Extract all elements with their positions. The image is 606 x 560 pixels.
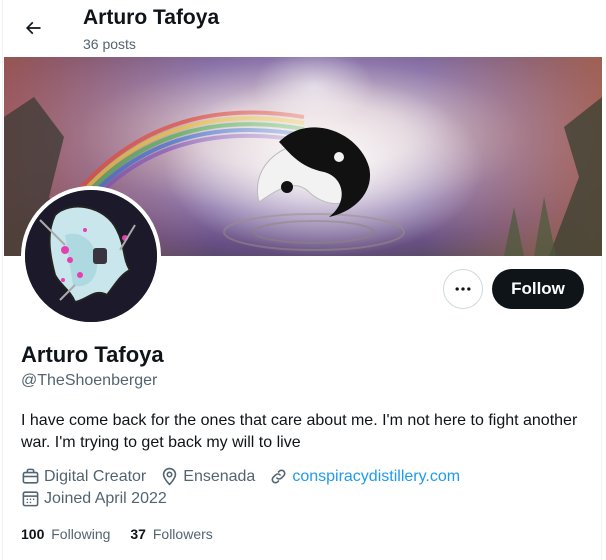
arrow-left-icon: [25, 21, 41, 35]
profile-meta-row: Digital Creator Ensenada conspiracydisti…: [21, 467, 474, 486]
more-dots-icon: [455, 287, 471, 291]
joined-label: Joined April 2022: [44, 489, 167, 507]
avatar-image: [25, 190, 157, 322]
calendar-icon: [22, 491, 39, 507]
follow-stats: 100 Following 37 Followers: [21, 526, 233, 542]
avatar[interactable]: [21, 186, 161, 326]
joined-item: Joined April 2022: [21, 489, 167, 508]
following-count: 100: [21, 526, 45, 542]
display-name: Arturo Tafoya: [21, 342, 164, 367]
category-label: Digital Creator: [44, 467, 147, 485]
profile-header: Arturo Tafoya 36 posts: [3, 0, 603, 57]
following-link[interactable]: 100 Following: [21, 526, 110, 542]
link-icon: [271, 469, 286, 484]
profile-page: Arturo Tafoya 36 posts Follow Arturo Taf…: [2, 0, 603, 560]
briefcase-icon: [22, 468, 39, 484]
more-options-button[interactable]: [443, 269, 483, 309]
location-pin-icon: [163, 467, 177, 486]
website-item[interactable]: conspiracydistillery.com: [269, 467, 460, 486]
follow-button[interactable]: Follow: [492, 269, 584, 309]
following-label: Following: [51, 526, 111, 542]
back-button[interactable]: [15, 10, 51, 46]
followers-count: 37: [130, 526, 146, 542]
profile-joined-row: Joined April 2022: [21, 489, 181, 508]
followers-link[interactable]: 37 Followers: [130, 526, 212, 542]
location-label: Ensenada: [183, 467, 256, 485]
post-count: 36 posts: [83, 36, 136, 52]
location-item: Ensenada: [160, 467, 255, 486]
category-item: Digital Creator: [21, 467, 146, 486]
bio: I have come back for the ones that care …: [21, 412, 578, 451]
header-title: Arturo Tafoya: [83, 6, 220, 29]
website-link[interactable]: conspiracydistillery.com: [292, 468, 460, 486]
user-handle: @TheShoenberger: [21, 372, 158, 389]
followers-label: Followers: [152, 526, 213, 542]
